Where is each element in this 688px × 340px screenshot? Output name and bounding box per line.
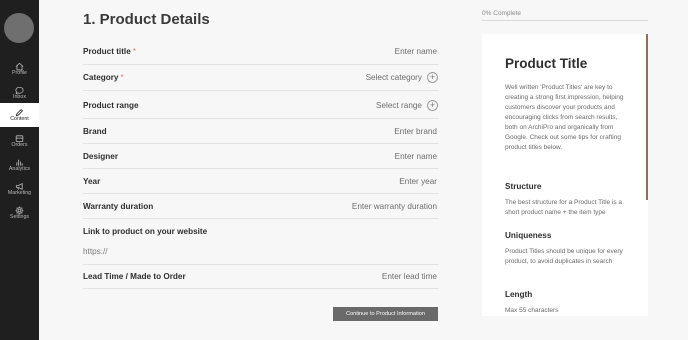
field-label: Link to product on your website	[83, 227, 208, 236]
sidebar-item-label: Profile	[11, 70, 27, 76]
add-category-icon[interactable]: +	[427, 72, 438, 83]
designer-field[interactable]: Designer Enter name	[83, 144, 439, 169]
category-select[interactable]: Select category	[366, 73, 422, 82]
sidebar: Profile Inbox Content Orders Analytics M…	[0, 0, 39, 340]
analytics-icon	[0, 154, 39, 166]
home-icon	[0, 58, 39, 71]
help-heading: Length	[505, 290, 533, 299]
sidebar-item-label: Content	[10, 116, 29, 122]
avatar[interactable]	[4, 13, 34, 43]
progress-label: 0% Complete	[482, 10, 522, 17]
sidebar-item-label: Orders	[11, 142, 28, 148]
help-heading: Uniqueness	[505, 231, 552, 240]
product-title-input[interactable]: Enter name	[395, 47, 437, 56]
sidebar-item-inbox[interactable]: Inbox	[0, 81, 39, 103]
panel-scrollbar[interactable]	[646, 34, 648, 200]
sidebar-item-label: Settings	[9, 214, 30, 220]
sidebar-item-content[interactable]: Content	[0, 103, 39, 127]
brand-input[interactable]: Enter brand	[394, 127, 437, 136]
help-panel: Product Title Well written 'Product Titl…	[482, 34, 648, 316]
pencil-icon	[0, 104, 39, 117]
lead-time-input[interactable]: Enter lead time	[382, 272, 437, 281]
product-title-field[interactable]: Product title * Enter name	[83, 40, 439, 65]
sidebar-item-orders[interactable]: Orders	[0, 129, 39, 151]
help-text: Max 55 characters	[505, 307, 559, 314]
field-label: Designer	[83, 152, 119, 161]
field-label: Product range	[83, 101, 139, 110]
add-range-icon[interactable]: +	[427, 100, 438, 111]
sidebar-item-analytics[interactable]: Analytics	[0, 153, 39, 175]
designer-input[interactable]: Enter name	[395, 152, 437, 161]
lead-time-field[interactable]: Lead Time / Made to Order Enter lead tim…	[83, 265, 439, 289]
year-field[interactable]: Year Enter year	[83, 169, 439, 194]
warranty-field[interactable]: Warranty duration Enter warranty duratio…	[83, 194, 439, 219]
brand-field[interactable]: Brand Enter brand	[83, 119, 439, 144]
sidebar-item-settings[interactable]: Settings	[0, 201, 39, 223]
help-title: Product Title	[505, 56, 588, 71]
help-text: The best structure for a Product Title i…	[505, 199, 623, 216]
year-input[interactable]: Enter year	[399, 177, 437, 186]
field-label: Brand	[83, 127, 107, 136]
help-text: Product Titles should be unique for ever…	[505, 248, 623, 265]
warranty-input[interactable]: Enter warranty duration	[352, 202, 437, 211]
field-label: Category *	[83, 73, 124, 82]
product-link-field[interactable]: Link to product on your website https://	[83, 219, 439, 265]
sidebar-item-label: Inbox	[13, 94, 26, 100]
sidebar-item-label: Analytics	[8, 166, 31, 172]
continue-button[interactable]: Continue to Product Information	[333, 307, 438, 321]
field-label: Year	[83, 177, 101, 186]
megaphone-icon	[0, 178, 39, 191]
help-heading: Structure	[505, 182, 542, 191]
orders-icon	[0, 130, 39, 143]
field-label: Warranty duration	[83, 202, 154, 211]
product-link-input[interactable]: https://	[83, 247, 108, 256]
page-title: 1. Product Details	[83, 11, 210, 28]
field-label: Lead Time / Made to Order	[83, 272, 186, 281]
sidebar-item-label: Marketing	[7, 190, 32, 196]
sidebar-item-profile[interactable]: Profile	[0, 57, 39, 79]
progress-bar	[482, 20, 648, 21]
chat-icon	[0, 82, 39, 95]
field-label: Product title *	[83, 47, 136, 56]
help-intro: Well written 'Product Titles' are key to…	[505, 84, 624, 151]
sidebar-item-marketing[interactable]: Marketing	[0, 177, 39, 199]
gear-icon	[0, 202, 39, 215]
product-range-field[interactable]: Product range Select range +	[83, 91, 439, 119]
category-field[interactable]: Category * Select category +	[83, 65, 439, 91]
product-range-select[interactable]: Select range	[376, 101, 422, 110]
